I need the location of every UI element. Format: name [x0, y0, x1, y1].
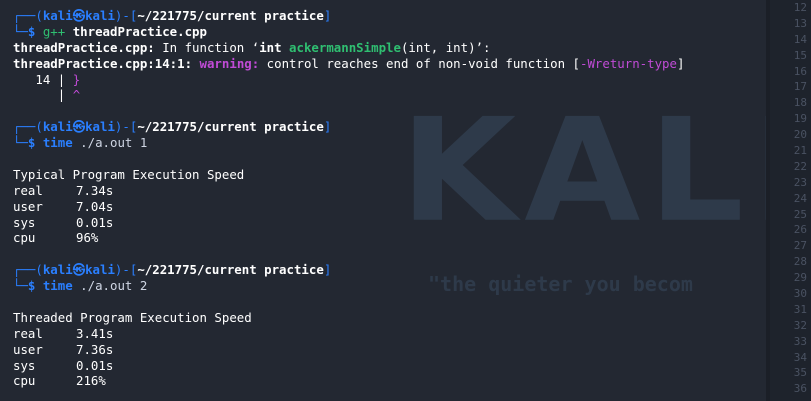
- line-number: 18: [793, 96, 807, 110]
- command-line: └─$ time ./a.out 2: [13, 278, 148, 294]
- line-number: 23: [793, 175, 807, 189]
- line-number: 35: [793, 366, 807, 380]
- line-number: 15: [793, 48, 807, 62]
- line-number: 31: [793, 302, 807, 316]
- command-arg: ./a.out 2: [72, 278, 148, 294]
- line-number: 17: [793, 80, 807, 94]
- command-name: time: [42, 135, 73, 151]
- output-heading: Typical Program Execution Speed: [13, 166, 245, 182]
- line-number: 21: [793, 144, 807, 158]
- compiler-warning: threadPractice.cpp:14:1: warning: contro…: [13, 55, 685, 71]
- line-number: 27: [793, 239, 807, 253]
- compiler-message: threadPractice.cpp: In function ‘int ack…: [13, 39, 491, 55]
- line-number: 36: [793, 382, 807, 396]
- command-arg: threadPractice.cpp: [72, 23, 207, 39]
- line-number: 24: [793, 191, 807, 205]
- timing-row: sys 0.01s: [13, 214, 114, 230]
- line-number: 22: [793, 159, 807, 173]
- prompt-user: kali: [42, 8, 73, 23]
- prompt-at-symbol: ㉿: [72, 8, 86, 23]
- command-line: └─$ g++ threadPractice.cpp: [13, 23, 207, 39]
- prompt-cwd: ~/221775/current practice: [137, 8, 324, 23]
- command-line: └─$ time ./a.out 1: [13, 135, 148, 151]
- prompt-host: kali: [85, 8, 115, 23]
- line-number: 16: [793, 64, 807, 78]
- line-number: 20: [793, 128, 807, 142]
- prompt-line: ┌──(kali㉿kali)-[~/221775/current practic…: [13, 8, 332, 23]
- timing-row: user 7.36s: [13, 341, 114, 357]
- line-number: 32: [793, 318, 807, 332]
- terminal-output: ┌──(kali㉿kali)-[~/221775/current practic…: [13, 8, 684, 389]
- line-number: 13: [793, 16, 807, 30]
- command-name: time: [42, 278, 73, 294]
- line-number: 29: [793, 271, 807, 285]
- output-heading: Threaded Program Execution Speed: [13, 309, 252, 325]
- line-number: 33: [793, 334, 807, 348]
- line-number: 19: [793, 112, 807, 126]
- terminal-window[interactable]: KALI "the quieter you becom ┌──(kali㉿kal…: [0, 0, 770, 401]
- command-name: g++: [42, 23, 66, 39]
- prompt-line: ┌──(kali㉿kali)-[~/221775/current practic…: [13, 262, 332, 278]
- command-arg: ./a.out 1: [72, 135, 148, 151]
- timing-row: real 7.34s: [13, 182, 114, 198]
- timing-row: cpu 96%: [13, 230, 99, 246]
- line-number: 34: [793, 350, 807, 364]
- line-number: 30: [793, 287, 807, 301]
- prompt-line: ┌──(kali㉿kali)-[~/221775/current practic…: [13, 119, 332, 135]
- line-number: 14: [793, 32, 807, 46]
- line-number-gutter: 12 13 14 15 16 17 18 19 20 21 22 23 24 25 26 27 28 29 30 31…: [770, 0, 811, 401]
- line-number: 28: [793, 255, 807, 269]
- timing-row: cpu 216%: [13, 373, 106, 389]
- line-number: 12: [793, 1, 807, 14]
- line-number: 26: [793, 223, 807, 237]
- compiler-code-excerpt: 14 | }: [13, 71, 81, 87]
- compiler-caret: | ^: [13, 87, 81, 103]
- timing-row: sys 0.01s: [13, 357, 114, 373]
- timing-row: user 7.04s: [13, 198, 114, 214]
- line-number: 25: [793, 207, 807, 221]
- timing-row: real 3.41s: [13, 325, 114, 341]
